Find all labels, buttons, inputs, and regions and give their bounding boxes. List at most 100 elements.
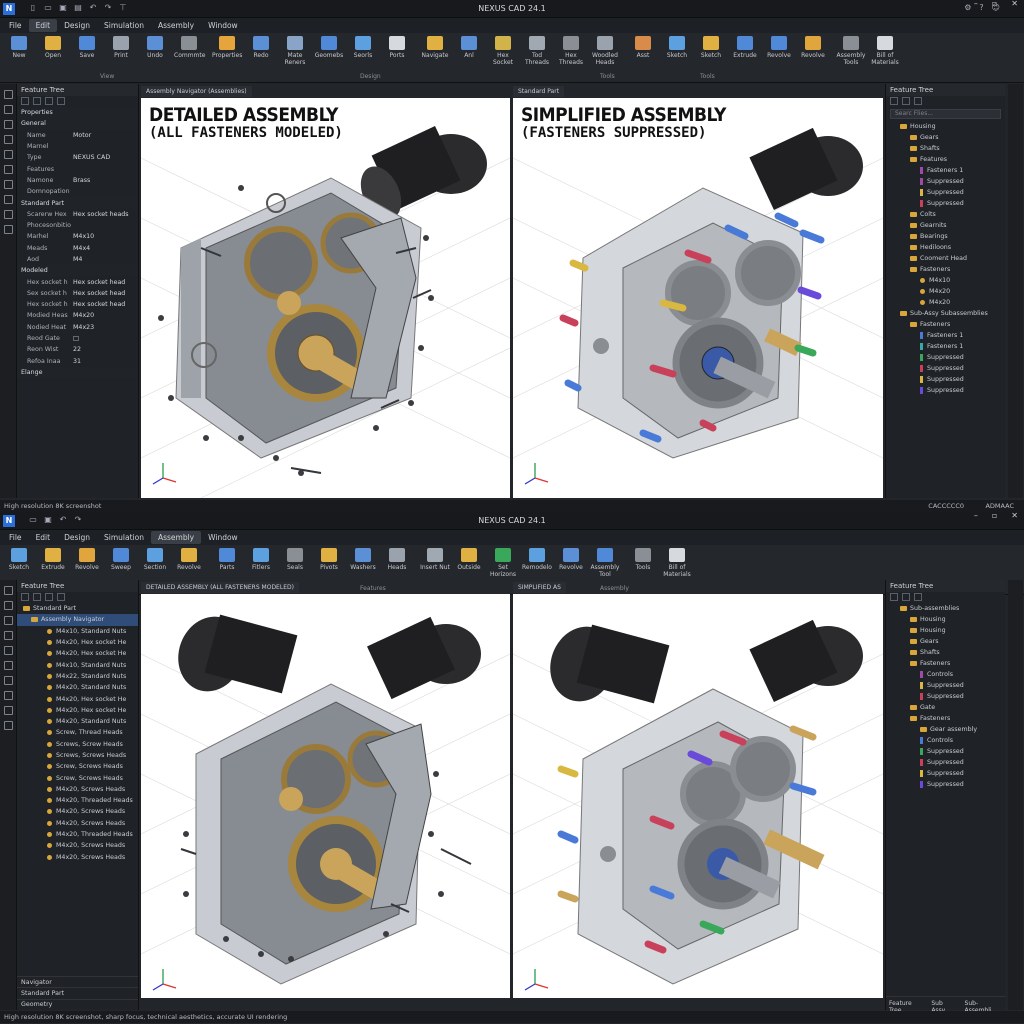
- tree-item[interactable]: M4x10, Standard Nuts: [17, 659, 138, 670]
- minimize-button[interactable]: –: [974, 0, 978, 8]
- tree-item[interactable]: Controls: [886, 735, 1005, 746]
- menu-file[interactable]: File: [2, 531, 29, 544]
- ribbon-button-outside[interactable]: Outside: [454, 548, 484, 571]
- layers-icon[interactable]: [3, 120, 13, 129]
- gearbox-simplified-model[interactable]: [513, 594, 883, 998]
- tab-feature-tree[interactable]: Feature Tree: [886, 997, 926, 1014]
- property-row[interactable]: Hex socket h Hex socket head: [17, 276, 138, 287]
- filter-icon[interactable]: [914, 97, 922, 105]
- tree-item[interactable]: M4x20: [886, 286, 1005, 297]
- property-row[interactable]: Namone Brass: [17, 175, 138, 186]
- display-icon[interactable]: [3, 661, 13, 670]
- footer-navigator[interactable]: Navigator: [17, 976, 138, 987]
- tab-standard-part[interactable]: Standard Part: [513, 86, 565, 97]
- filter-icon[interactable]: [3, 195, 13, 204]
- ribbon-button-sketch[interactable]: Sketch: [696, 36, 726, 59]
- menu-design[interactable]: Design: [57, 19, 97, 32]
- tree-item[interactable]: M4x20, Threaded Heads: [17, 795, 138, 806]
- ribbon-button-insert-nut[interactable]: Insert Nut: [420, 548, 450, 571]
- property-row[interactable]: Nodied Heat M4x23: [17, 322, 138, 333]
- ribbon-button-assembly-tools[interactable]: Assembly Tools: [836, 36, 866, 66]
- ribbon-button-hex-socket[interactable]: Hex Socket: [488, 36, 518, 66]
- tree-item[interactable]: M4x20, Hex socket He: [17, 637, 138, 648]
- ribbon-button-anl[interactable]: Anl: [454, 36, 484, 59]
- tree-item[interactable]: Fasteners 1: [886, 341, 1005, 352]
- tree-item[interactable]: Sub-Assy Subassemblies: [886, 308, 1005, 319]
- tab-sub-assy[interactable]: Sub Assy: [928, 997, 959, 1014]
- tab-simplified-assembly[interactable]: SIMPLIFIED AS: [513, 582, 566, 593]
- tree-item[interactable]: M4x20, Standard Nuts: [17, 682, 138, 693]
- section-icon[interactable]: [3, 646, 13, 655]
- ribbon-button-bill-of-materials[interactable]: Bill of Materials: [870, 36, 900, 66]
- filter-icon[interactable]: [3, 691, 13, 700]
- property-row[interactable]: Domnopation: [17, 186, 138, 197]
- close-button[interactable]: ✕: [1011, 0, 1018, 8]
- ribbon-button-washers[interactable]: Washers: [348, 548, 378, 571]
- ribbon-button-commmte[interactable]: Commmte: [174, 36, 205, 59]
- search-icon[interactable]: [57, 97, 65, 105]
- property-row[interactable]: Refoa Inaa 31: [17, 356, 138, 367]
- ribbon-button-heads[interactable]: Heads: [382, 548, 412, 571]
- menu-file[interactable]: File: [2, 19, 29, 32]
- property-row[interactable]: Hex socket h Hex socket head: [17, 299, 138, 310]
- ribbon-button-asst[interactable]: Asst: [628, 36, 658, 59]
- tree-item[interactable]: Fasteners: [886, 264, 1005, 275]
- property-row[interactable]: Meads M4x4: [17, 243, 138, 254]
- snap-icon[interactable]: [3, 706, 13, 715]
- tree-item[interactable]: Screw, Screws Heads: [17, 772, 138, 783]
- minimize-button[interactable]: –: [974, 511, 978, 520]
- measure-icon[interactable]: [3, 631, 13, 640]
- filter-icon[interactable]: [45, 97, 53, 105]
- footer-standard-part[interactable]: Standard Part: [17, 987, 138, 998]
- tree-item[interactable]: Suppressed: [886, 779, 1005, 790]
- property-row[interactable]: Marhel M4x10: [17, 231, 138, 242]
- ribbon-button-sketch[interactable]: Sketch: [4, 548, 34, 571]
- tree-item[interactable]: Suppressed: [886, 757, 1005, 768]
- ribbon-button-section[interactable]: Section: [140, 548, 170, 571]
- property-row[interactable]: Reon Wist 22: [17, 344, 138, 355]
- tree-item[interactable]: Suppressed: [886, 352, 1005, 363]
- tab-assembly-navigator[interactable]: Assembly Navigator (Assemblies): [141, 86, 252, 97]
- tree-item[interactable]: Gears: [886, 636, 1005, 647]
- tree-item[interactable]: Suppressed: [886, 363, 1005, 374]
- ribbon-button-revolve[interactable]: Revolve: [556, 548, 586, 571]
- ribbon-button-navigate[interactable]: Navigate: [420, 36, 450, 59]
- gearbox-detailed-model[interactable]: [141, 594, 510, 998]
- ribbon-button-bill-of-materials[interactable]: Bill of Materials: [662, 548, 692, 578]
- property-row[interactable]: Type NEXUS CAD: [17, 152, 138, 163]
- expand-icon[interactable]: [890, 97, 898, 105]
- ribbon-button-ports[interactable]: Ports: [382, 36, 412, 59]
- tree-item[interactable]: Suppressed: [886, 680, 1005, 691]
- measure-icon[interactable]: [3, 135, 13, 144]
- camera-icon[interactable]: [3, 180, 13, 189]
- menu-assembly[interactable]: Assembly: [150, 531, 202, 544]
- tree-item[interactable]: Housing: [886, 121, 1005, 132]
- tree-item[interactable]: Suppressed: [886, 198, 1005, 209]
- property-section[interactable]: Elange: [17, 366, 138, 379]
- settings-icon[interactable]: ⚙: [964, 3, 971, 12]
- expand-icon[interactable]: [890, 593, 898, 601]
- property-section[interactable]: General: [17, 118, 138, 130]
- property-section[interactable]: Standard Part: [17, 197, 138, 209]
- ribbon-button-revolve[interactable]: Revolve: [174, 548, 204, 571]
- tree-item[interactable]: M4x20, Standard Nuts: [17, 716, 138, 727]
- tree-item[interactable]: M4x20, Screws Heads: [17, 806, 138, 817]
- tree-item[interactable]: M4x20, Hex socket He: [17, 648, 138, 659]
- tree-item[interactable]: Suppressed: [886, 385, 1005, 396]
- tree-item[interactable]: Gears: [886, 132, 1005, 143]
- tree-item[interactable]: Fasteners: [886, 658, 1005, 669]
- expand-icon[interactable]: [21, 97, 29, 105]
- viewport-simplified[interactable]: [513, 594, 883, 998]
- menu-edit[interactable]: Edit: [29, 531, 58, 544]
- collapse-icon[interactable]: [33, 97, 41, 105]
- tree-item-selected[interactable]: Assembly Navigator: [17, 614, 138, 626]
- ribbon-button-sweep[interactable]: Sweep: [106, 548, 136, 571]
- property-row[interactable]: Name Motor: [17, 130, 138, 141]
- menu-simulation[interactable]: Simulation: [97, 531, 151, 544]
- filter-icon[interactable]: [45, 593, 53, 601]
- search-input[interactable]: Searc Flies...: [890, 109, 1001, 119]
- ribbon-button-geomebs[interactable]: Geomebs: [314, 36, 344, 59]
- menu-edit[interactable]: Edit: [28, 19, 58, 32]
- tree-item[interactable]: Bearings: [886, 231, 1005, 242]
- tree-item[interactable]: Features: [886, 154, 1005, 165]
